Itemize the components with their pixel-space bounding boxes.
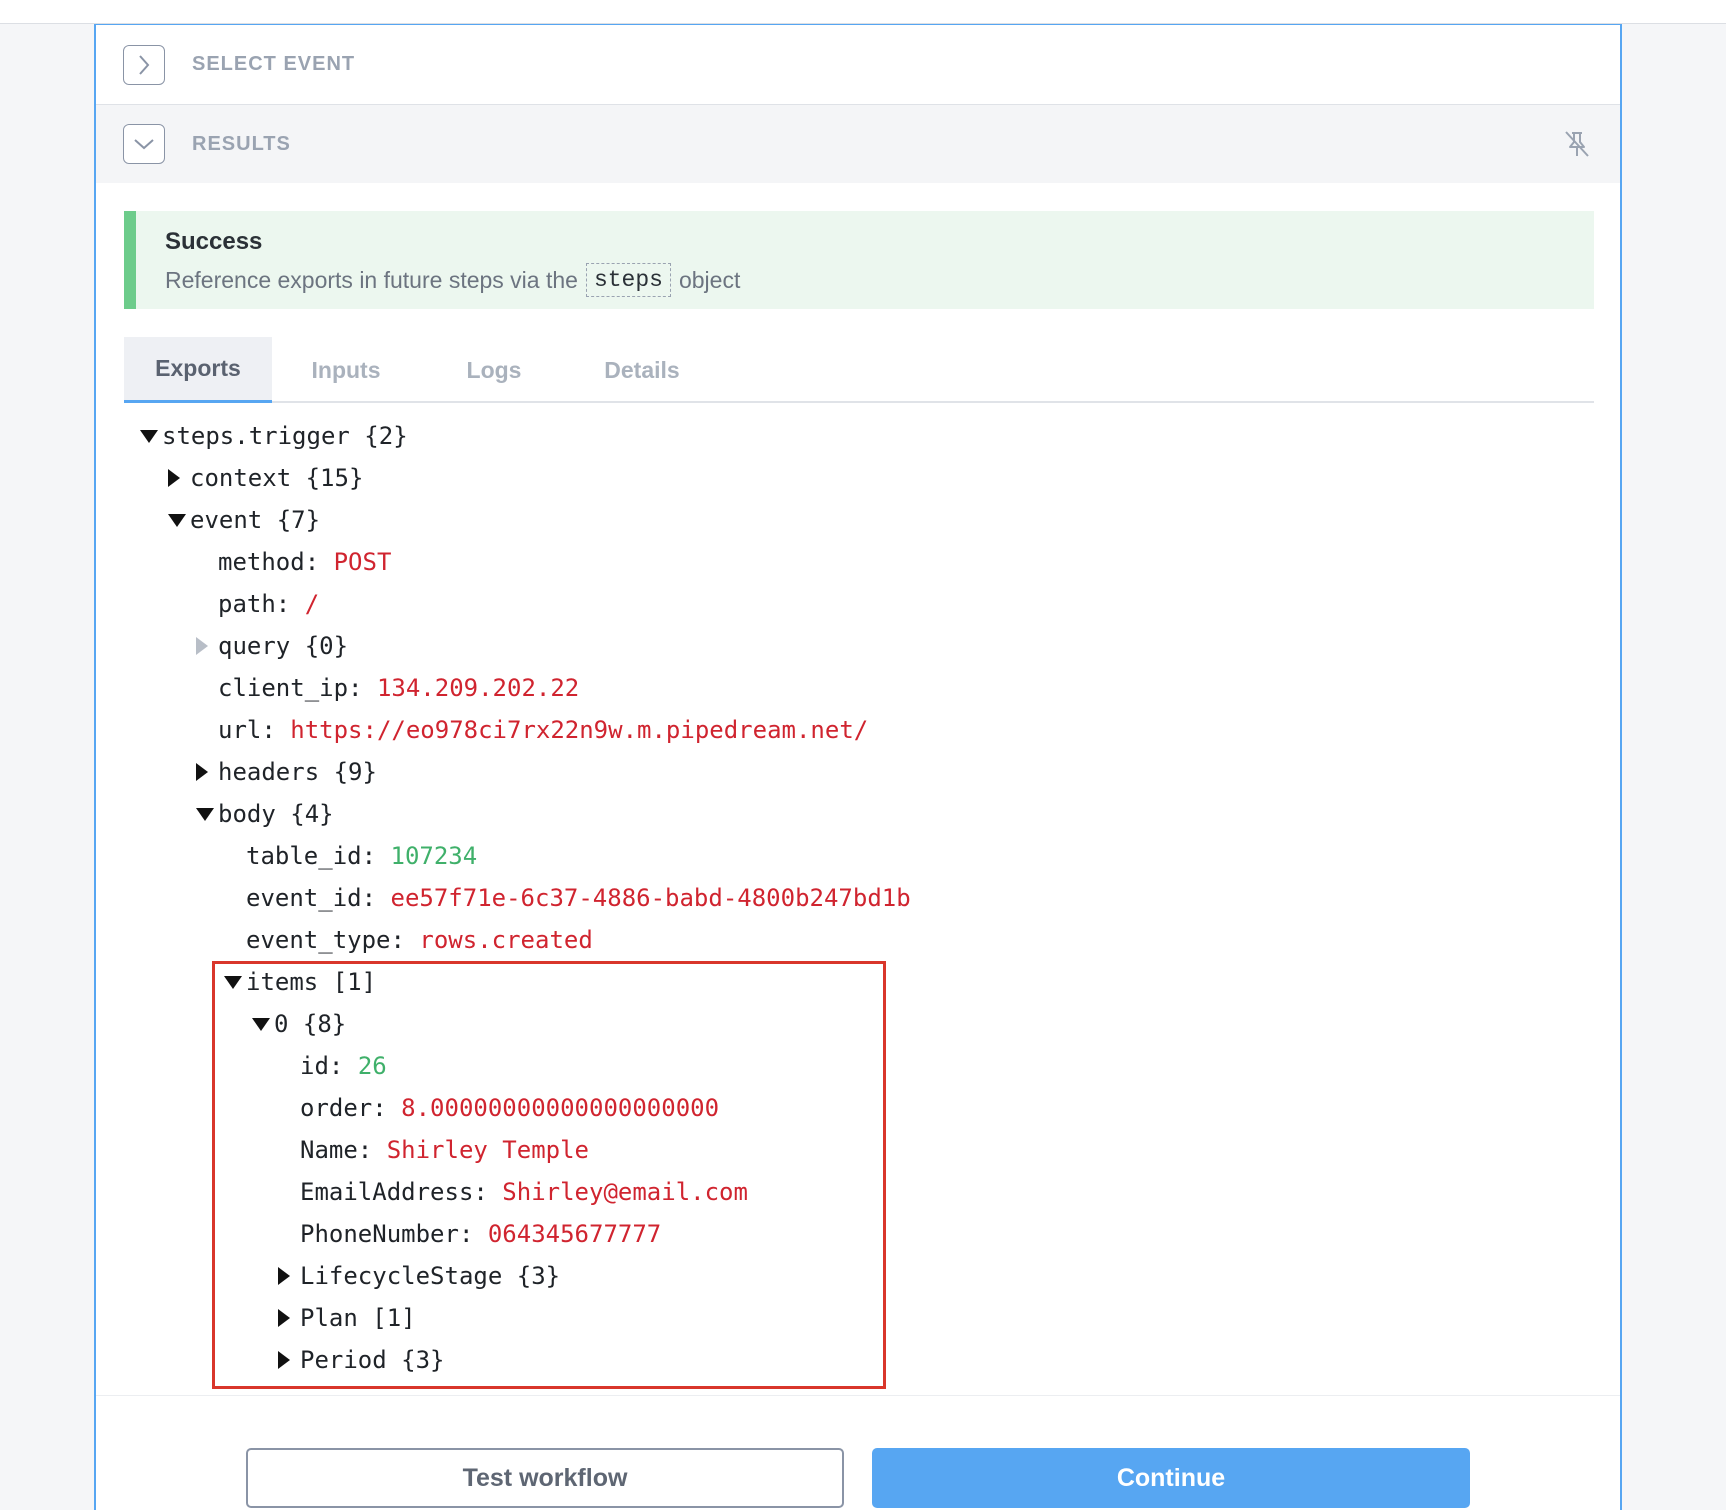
tree-field-email-address: EmailAddress: Shirley@email.com xyxy=(300,1171,748,1213)
caret-right-icon[interactable] xyxy=(168,469,190,487)
field-key: Name: xyxy=(300,1136,373,1164)
field-key: event_id: xyxy=(246,884,377,912)
unpin-icon[interactable] xyxy=(1562,129,1592,159)
chevron-right-icon[interactable] xyxy=(123,44,165,85)
tree-field-order: order: 8.00000000000000000000 xyxy=(300,1087,719,1129)
caret-right-icon[interactable] xyxy=(278,1351,300,1369)
steps-code-chip: steps xyxy=(585,263,671,297)
tree-node-items[interactable]: items [1] xyxy=(224,961,376,1003)
caret-down-icon[interactable] xyxy=(168,513,190,527)
field-key: path: xyxy=(218,590,291,618)
tree-field-event-type: event_type: rows.created xyxy=(246,919,593,961)
field-value: 8.00000000000000000000 xyxy=(401,1094,720,1122)
caret-down-icon[interactable] xyxy=(224,975,246,989)
tree-node-period[interactable]: Period {3} xyxy=(278,1339,445,1381)
tree-node-label: event {7} xyxy=(190,506,321,534)
select-event-section-header[interactable]: SELECT EVENT xyxy=(96,25,1620,105)
results-title: RESULTS xyxy=(192,132,291,155)
field-value: Shirley Temple xyxy=(386,1136,589,1164)
tree-field-client-ip: client_ip: 134.209.202.22 xyxy=(218,667,579,709)
footer-actions: Test workflow Continue xyxy=(96,1395,1620,1510)
tree-node-item-0[interactable]: 0 {8} xyxy=(252,1003,346,1045)
tab-exports[interactable]: Exports xyxy=(124,337,272,403)
tree-node-label: context {15} xyxy=(190,464,364,492)
chevron-down-icon[interactable] xyxy=(123,124,165,164)
tree-field-id: id: 26 xyxy=(300,1045,387,1087)
field-key: order: xyxy=(300,1094,387,1122)
tree-node-label: LifecycleStage {3} xyxy=(300,1262,561,1290)
tree-field-name: Name: Shirley Temple xyxy=(300,1129,589,1171)
tree-node-label: items [1] xyxy=(246,968,377,996)
caret-down-icon[interactable] xyxy=(140,429,162,443)
tree-field-table-id: table_id: 107234 xyxy=(246,835,477,877)
field-value: 064345677777 xyxy=(487,1220,662,1248)
tree-node-label: steps.trigger {2} xyxy=(162,422,408,450)
field-key: method: xyxy=(218,548,320,576)
field-value: Shirley@email.com xyxy=(502,1178,748,1206)
tree-node-context[interactable]: context {15} xyxy=(168,457,363,499)
step-panel: SELECT EVENT RESULTS Success Reference e… xyxy=(94,24,1622,1510)
tree-node-body[interactable]: body {4} xyxy=(196,793,334,835)
field-key: EmailAddress: xyxy=(300,1178,488,1206)
tree-field-path: path: / xyxy=(218,583,319,625)
select-event-title: SELECT EVENT xyxy=(192,53,356,75)
tree-node-lifecycle-stage[interactable]: LifecycleStage {3} xyxy=(278,1255,560,1297)
tree-node-label: 0 {8} xyxy=(274,1010,347,1038)
tree-node-query[interactable]: query {0} xyxy=(196,625,348,667)
tab-inputs[interactable]: Inputs xyxy=(272,337,420,403)
field-key: id: xyxy=(300,1052,344,1080)
success-accent-bar xyxy=(124,211,136,309)
field-value: https://eo978ci7rx22n9w.m.pipedream.net/ xyxy=(290,716,869,744)
tree-node-plan[interactable]: Plan [1] xyxy=(278,1297,416,1339)
top-bar xyxy=(0,0,1726,24)
field-key: event_type: xyxy=(246,926,405,954)
field-key: table_id: xyxy=(246,842,377,870)
tree-node-label: Period {3} xyxy=(300,1346,445,1374)
tree-field-method: method: POST xyxy=(218,541,391,583)
field-key: PhoneNumber: xyxy=(300,1220,474,1248)
caret-right-icon[interactable] xyxy=(196,763,218,781)
field-key: url: xyxy=(218,716,276,744)
field-value: 107234 xyxy=(390,842,478,870)
field-value: / xyxy=(304,590,320,618)
results-section-header[interactable]: RESULTS xyxy=(96,105,1620,183)
field-value: 134.209.202.22 xyxy=(376,674,580,702)
caret-right-icon[interactable] xyxy=(196,637,218,655)
tree-node-steps-trigger[interactable]: steps.trigger {2} xyxy=(140,415,408,457)
tree-node-event[interactable]: event {7} xyxy=(168,499,320,541)
test-workflow-button[interactable]: Test workflow xyxy=(246,1448,844,1508)
tab-logs[interactable]: Logs xyxy=(420,337,568,403)
continue-button[interactable]: Continue xyxy=(872,1448,1470,1508)
field-key: client_ip: xyxy=(218,674,363,702)
caret-down-icon[interactable] xyxy=(196,807,218,821)
success-banner: Success Reference exports in future step… xyxy=(124,211,1594,309)
success-message-text: Reference exports in future steps via th… xyxy=(165,266,578,293)
caret-right-icon[interactable] xyxy=(278,1267,300,1285)
caret-right-icon[interactable] xyxy=(278,1309,300,1327)
tree-node-label: headers {9} xyxy=(218,758,377,786)
tree-node-label: Plan [1] xyxy=(300,1304,416,1332)
field-value: ee57f71e-6c37-4886-babd-4800b247bd1b xyxy=(390,884,911,912)
tree-field-event-id: event_id: ee57f71e-6c37-4886-babd-4800b2… xyxy=(246,877,911,919)
success-title: Success xyxy=(165,228,263,255)
field-value: POST xyxy=(333,548,392,576)
tree-node-label: query {0} xyxy=(218,632,349,660)
success-message: Reference exports in future steps via th… xyxy=(165,263,740,297)
caret-down-icon[interactable] xyxy=(252,1017,274,1031)
tree-field-url: url: https://eo978ci7rx22n9w.m.pipedream… xyxy=(218,709,868,751)
tab-details[interactable]: Details xyxy=(568,337,716,403)
tree-node-label: body {4} xyxy=(218,800,334,828)
tree-node-headers[interactable]: headers {9} xyxy=(196,751,377,793)
results-tabs: Exports Inputs Logs Details xyxy=(124,337,1594,403)
tree-field-phone-number: PhoneNumber: 064345677777 xyxy=(300,1213,661,1255)
field-value: 26 xyxy=(357,1052,387,1080)
success-message-suffix: object xyxy=(678,266,741,293)
field-value: rows.created xyxy=(419,926,593,954)
